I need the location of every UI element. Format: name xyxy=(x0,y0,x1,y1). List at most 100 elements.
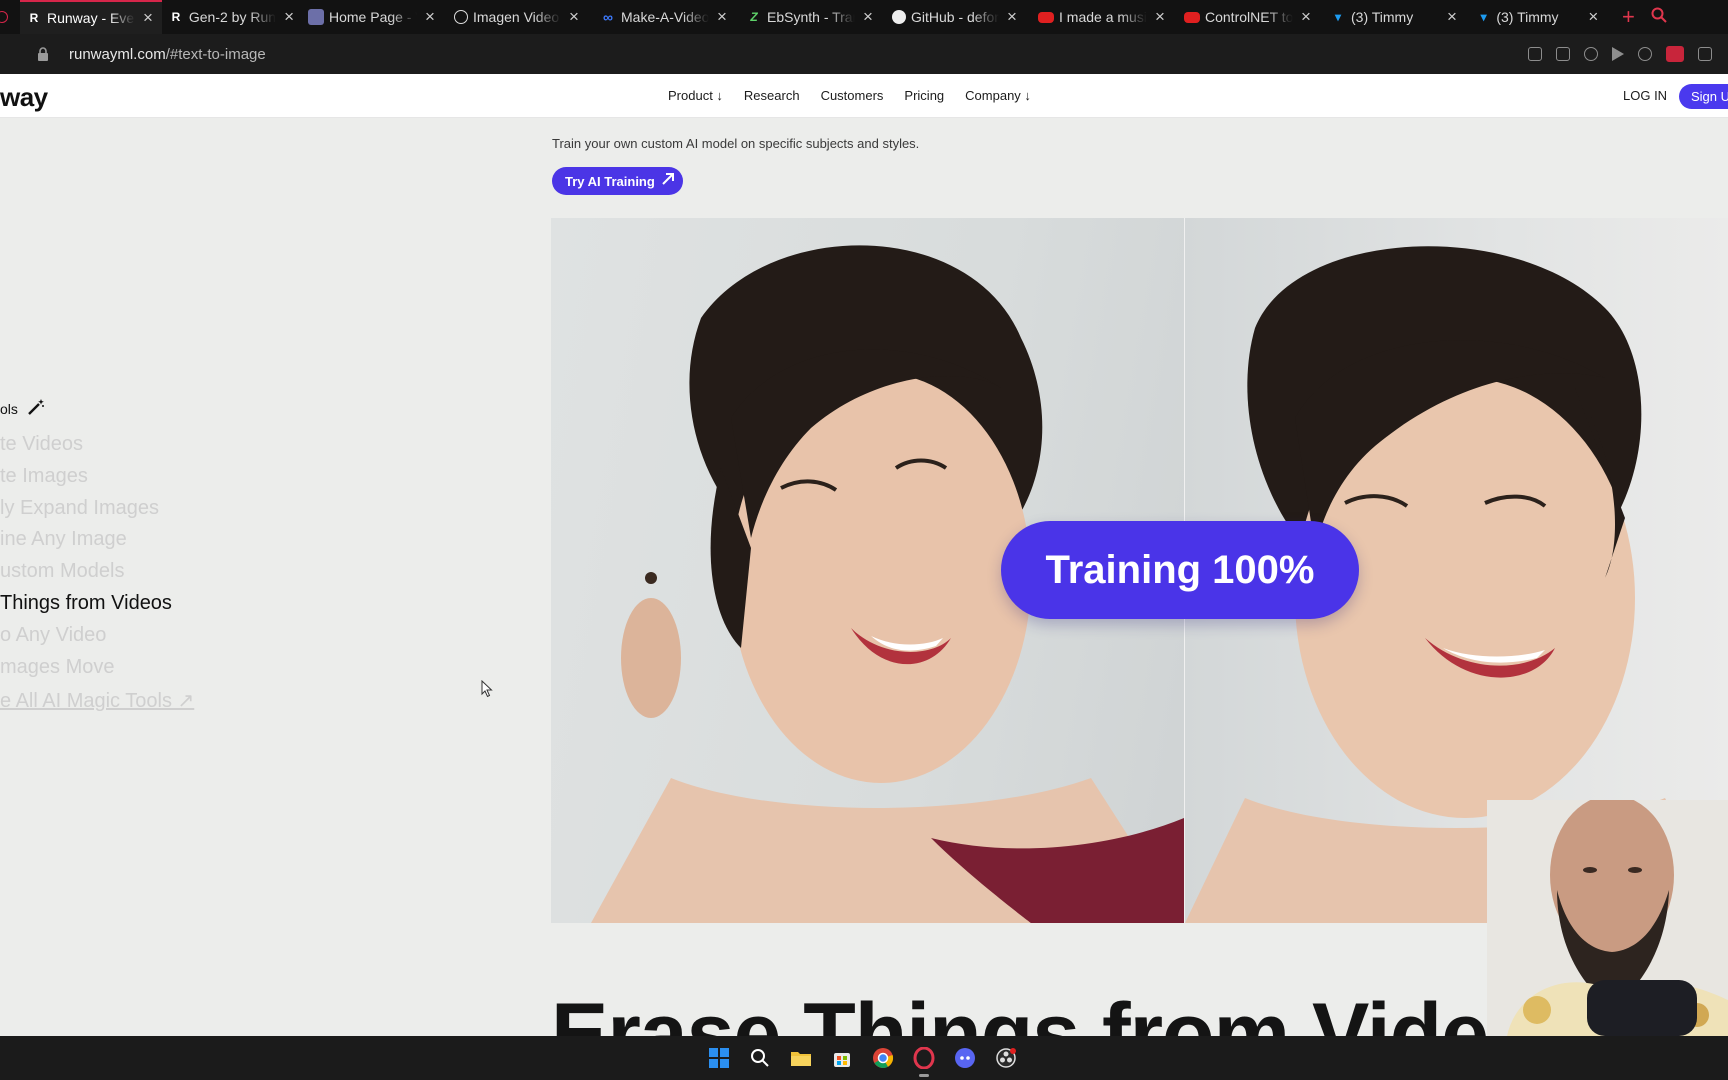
tab-twitter-2[interactable]: ▾ (3) Timmy × xyxy=(1470,0,1606,34)
tab-gen2[interactable]: R Gen-2 by Runway × xyxy=(162,0,302,34)
sidebar-title-text: ols xyxy=(0,400,18,417)
address-bar-actions xyxy=(1528,34,1712,74)
discord-icon[interactable] xyxy=(952,1045,978,1071)
store-icon[interactable] xyxy=(829,1045,855,1071)
sidebar-item-generate-videos[interactable]: te Videos xyxy=(0,433,83,456)
obs-icon[interactable] xyxy=(993,1045,1019,1071)
sidebar-item-expand-images[interactable]: ly Expand Images xyxy=(0,497,159,520)
tab-title: Gen-2 by Runway xyxy=(188,9,277,25)
tab-controlnet[interactable]: ControlNET to × xyxy=(1178,0,1324,34)
twitter-icon: ▾ xyxy=(1480,10,1487,24)
nav-company[interactable]: Company ↓ xyxy=(965,88,1031,103)
search-icon[interactable] xyxy=(1651,7,1667,28)
tab-title: EbSynth - Transfer xyxy=(767,9,855,25)
nav-pricing[interactable]: Pricing xyxy=(904,88,944,103)
tab-title: Imagen Video xyxy=(473,9,560,25)
close-icon[interactable]: × xyxy=(567,7,581,27)
tab-music-video[interactable]: I made a music video × xyxy=(1032,0,1178,34)
cube-icon[interactable] xyxy=(1698,47,1712,61)
mouse-cursor-icon xyxy=(481,679,493,703)
tab-title: I made a music video xyxy=(1059,9,1147,25)
extension-icon[interactable] xyxy=(1666,46,1684,62)
file-explorer-icon[interactable] xyxy=(788,1045,814,1071)
search-icon[interactable] xyxy=(747,1045,773,1071)
tab-title: (3) Timmy xyxy=(1351,9,1414,25)
close-icon[interactable]: × xyxy=(861,7,875,27)
chrome-icon[interactable] xyxy=(870,1045,896,1071)
tab-make-a-video[interactable]: ∞ Make-A-Video × xyxy=(594,0,740,34)
login-link[interactable]: LOG IN xyxy=(1623,88,1667,103)
close-icon[interactable]: × xyxy=(1587,7,1600,27)
sidebar-item-images-move[interactable]: mages Move xyxy=(0,656,115,679)
url-path: /#text-to-image xyxy=(165,45,266,63)
close-icon[interactable]: × xyxy=(141,8,155,28)
camera-icon[interactable] xyxy=(1556,47,1570,61)
send-icon[interactable] xyxy=(1612,47,1624,61)
nav-customers[interactable]: Customers xyxy=(821,88,884,103)
runway-icon: R xyxy=(29,11,39,25)
sidebar-item-erase-things[interactable]: Things from Videos xyxy=(0,592,172,615)
twitter-icon: ▾ xyxy=(1334,10,1342,24)
meta-icon: ∞ xyxy=(603,9,613,25)
close-icon[interactable]: × xyxy=(1153,7,1167,27)
sidebar-item-reimagine-image[interactable]: ine Any Image xyxy=(0,528,127,551)
close-icon[interactable]: × xyxy=(1299,7,1313,27)
nav-research[interactable]: Research xyxy=(744,88,800,103)
runway-logo[interactable]: way xyxy=(0,82,48,113)
training-progress-badge: Training 100% xyxy=(1001,521,1359,619)
ebsynth-icon: Z xyxy=(750,10,758,24)
tab-title: (3) Timmy xyxy=(1496,9,1559,25)
arrow-up-right-icon xyxy=(661,172,675,191)
close-icon[interactable]: × xyxy=(1445,7,1459,27)
tab-title: Runway - Everything you need to make any… xyxy=(47,10,135,26)
edit-icon[interactable] xyxy=(1528,47,1542,61)
lock-icon xyxy=(36,46,50,62)
sidebar-item-custom-models[interactable]: ustom Models xyxy=(0,560,125,583)
new-tab-icon[interactable]: + xyxy=(1622,4,1635,30)
tab-twitter-1[interactable]: ▾ (3) Timmy × xyxy=(1324,0,1470,34)
close-icon[interactable]: × xyxy=(423,7,437,27)
main-nav: Product ↓ Research Customers Pricing Com… xyxy=(668,88,1052,103)
heart-icon[interactable] xyxy=(1638,47,1652,61)
signup-button[interactable]: Sign Up xyxy=(1679,84,1728,109)
os-taskbar xyxy=(0,1036,1728,1080)
magic-wand-icon xyxy=(26,397,46,420)
site-header: way Product ↓ Research Customers Pricing… xyxy=(0,74,1728,118)
sidebar-item-any-video[interactable]: o Any Video xyxy=(0,624,106,647)
tab-imagen-video[interactable]: Imagen Video × xyxy=(448,0,594,34)
youtube-icon xyxy=(1038,11,1054,23)
tab-runway[interactable]: R Runway - Everything you need to make a… xyxy=(20,0,162,34)
youtube-icon xyxy=(1184,11,1200,23)
browser-tab-bar: R Runway - Everything you need to make a… xyxy=(0,0,1728,34)
nav-product[interactable]: Product ↓ xyxy=(668,88,723,103)
try-ai-training-button[interactable]: Try AI Training xyxy=(552,167,683,195)
url-text[interactable]: runwayml.com/#text-to-image xyxy=(69,46,266,63)
tab-title: Make-A-Video xyxy=(621,9,709,25)
tab-home-page[interactable]: Home Page - Vid × xyxy=(302,0,448,34)
close-icon[interactable]: × xyxy=(1005,7,1019,27)
globe-icon xyxy=(454,10,468,24)
opera-icon[interactable] xyxy=(911,1045,937,1077)
tab-ebsynth[interactable]: Z EbSynth - Transfer × xyxy=(740,0,886,34)
runway-icon: R xyxy=(171,10,181,24)
app-icon xyxy=(308,9,324,25)
url-domain: runwayml.com xyxy=(69,45,166,63)
windows-start-icon[interactable] xyxy=(706,1045,732,1071)
tab-title: GitHub - deforum xyxy=(911,9,999,25)
taskbar-icons xyxy=(706,1045,1019,1077)
block-icon[interactable] xyxy=(1584,47,1598,61)
tab-pinned[interactable] xyxy=(0,0,20,34)
github-icon xyxy=(892,10,906,24)
section-description: Train your own custom AI model on specif… xyxy=(552,136,920,151)
tab-github[interactable]: GitHub - deforum × xyxy=(886,0,1032,34)
tab-title: Home Page - Vid xyxy=(329,9,417,25)
address-bar[interactable]: runwayml.com/#text-to-image xyxy=(0,34,1728,74)
sidebar-item-generate-images[interactable]: te Images xyxy=(0,465,88,488)
sidebar-title: ols xyxy=(0,397,46,420)
button-label: Try AI Training xyxy=(565,173,655,189)
close-icon[interactable]: × xyxy=(282,7,296,27)
sidebar-item-see-all-tools[interactable]: e All AI Magic Tools ↗ xyxy=(0,688,194,713)
opera-icon xyxy=(0,11,8,23)
webcam-overlay xyxy=(1487,800,1728,1036)
close-icon[interactable]: × xyxy=(715,7,729,27)
